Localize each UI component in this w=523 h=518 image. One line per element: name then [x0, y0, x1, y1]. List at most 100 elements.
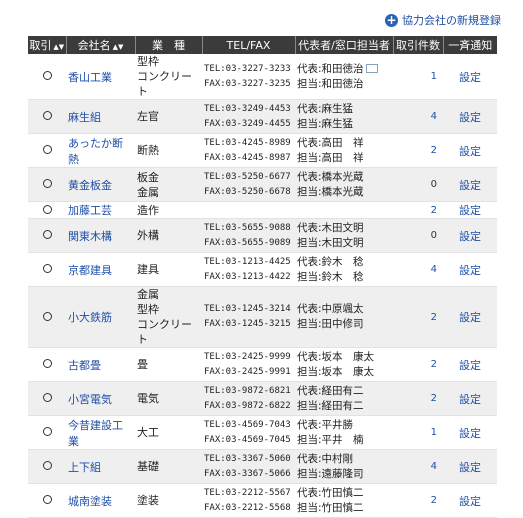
- trade-count-cell: 2: [393, 286, 443, 348]
- tel-text: TEL:03-5250-6677: [204, 171, 291, 182]
- radio-icon[interactable]: [42, 111, 52, 120]
- trade-radio-cell[interactable]: [28, 133, 66, 168]
- tel-text: TEL:03-3249-4453: [204, 103, 291, 114]
- company-name-link[interactable]: 香山工業: [68, 71, 112, 84]
- radio-icon[interactable]: [42, 495, 52, 504]
- trade-radio-cell[interactable]: [28, 347, 66, 382]
- radio-icon[interactable]: [42, 230, 52, 239]
- add-company-link[interactable]: + 協力会社の新規登録: [385, 12, 501, 28]
- tel-text: TEL:03-5655-9088: [204, 222, 291, 233]
- trade-radio-cell[interactable]: [28, 252, 66, 287]
- radio-icon[interactable]: [42, 145, 52, 154]
- trade-radio-cell[interactable]: [28, 201, 66, 219]
- company-name-cell: 香山工業: [66, 54, 135, 100]
- sort-icon[interactable]: ▲▼: [113, 43, 124, 51]
- company-name-cell: 関東木構: [66, 218, 135, 253]
- trade-count[interactable]: 2: [431, 312, 437, 323]
- company-name-link[interactable]: 小大鉄筋: [68, 311, 112, 324]
- company-name-link[interactable]: 麻生組: [68, 111, 101, 124]
- sort-icon[interactable]: ▲▼: [53, 43, 64, 51]
- setting-link[interactable]: 設定: [459, 230, 481, 243]
- radio-icon[interactable]: [42, 179, 52, 188]
- company-name-link[interactable]: 加藤工芸: [68, 204, 112, 217]
- trade-radio-cell[interactable]: [28, 54, 66, 100]
- fax-text: FAX:03-5250-6678: [204, 186, 291, 197]
- setting-link[interactable]: 設定: [459, 145, 481, 158]
- setting-link[interactable]: 設定: [459, 359, 481, 372]
- company-name-link[interactable]: 関東木構: [68, 230, 112, 243]
- company-name-link[interactable]: 上下組: [68, 461, 101, 474]
- trade-radio-cell[interactable]: [28, 449, 66, 484]
- radio-icon[interactable]: [42, 204, 52, 214]
- company-name-link[interactable]: 小宮電気: [68, 393, 112, 406]
- setting-link[interactable]: 設定: [459, 111, 481, 124]
- setting-link[interactable]: 設定: [459, 311, 481, 324]
- add-company-label[interactable]: 協力会社の新規登録: [402, 12, 501, 28]
- trade-count-cell: 1: [393, 415, 443, 450]
- notify-cell: 設定: [443, 347, 497, 382]
- trade-count[interactable]: 2: [431, 205, 437, 216]
- type-cell: 塗装: [135, 483, 202, 518]
- trade-count[interactable]: 4: [431, 111, 437, 122]
- trade-count[interactable]: 2: [431, 145, 437, 156]
- setting-link[interactable]: 設定: [459, 204, 481, 217]
- type-text: 塗装: [137, 494, 159, 507]
- table-row: 小大鉄筋 金属 型枠 コンクリート TEL:03-1245-3214 FAX:03-1…: [28, 286, 497, 348]
- trade-radio-cell[interactable]: [28, 483, 66, 518]
- radio-icon[interactable]: [42, 359, 52, 368]
- company-name-link[interactable]: 今昔建設工業: [68, 419, 123, 448]
- mail-icon[interactable]: [365, 64, 378, 73]
- trade-count[interactable]: 4: [431, 264, 437, 275]
- company-name-link[interactable]: 古都畳: [68, 359, 101, 372]
- company-name-link[interactable]: 黄金板金: [68, 179, 112, 192]
- company-name-cell: 加藤工芸: [66, 201, 135, 219]
- trade-count[interactable]: 4: [431, 461, 437, 472]
- setting-link[interactable]: 設定: [459, 427, 481, 440]
- trade-radio-cell[interactable]: [28, 381, 66, 416]
- type-cell: 畳: [135, 347, 202, 382]
- col-notify-header: 一斉通知: [443, 36, 497, 54]
- contact-text: 担当:経田有二: [297, 399, 364, 412]
- table-row: 城南塗装 塗装 TEL:03-2212-5567 FAX:03-2212-5568 代表…: [28, 483, 497, 518]
- trade-count[interactable]: 2: [431, 495, 437, 506]
- trade-count[interactable]: 1: [431, 71, 437, 82]
- radio-icon[interactable]: [42, 393, 52, 402]
- company-name-cell: 京都建具: [66, 252, 135, 287]
- radio-icon[interactable]: [42, 461, 52, 470]
- contact-text: 担当:遠藤隆司: [297, 467, 364, 480]
- radio-icon[interactable]: [42, 427, 52, 436]
- col-trade-header[interactable]: 取引 ▲▼: [28, 36, 67, 54]
- radio-icon[interactable]: [42, 311, 52, 321]
- tel-cell: TEL:03-5655-9088 FAX:03-5655-9089: [202, 218, 295, 253]
- notify-cell: 設定: [443, 449, 497, 484]
- radio-icon[interactable]: [42, 264, 52, 273]
- trade-radio-cell[interactable]: [28, 167, 66, 202]
- trade-count[interactable]: 1: [431, 427, 437, 438]
- setting-link[interactable]: 設定: [459, 495, 481, 508]
- rep-cell: 代表:和田徳治 担当:和田徳治: [295, 54, 393, 100]
- radio-icon[interactable]: [42, 71, 52, 80]
- rep-cell: 代表:木田文明 担当:木田文明: [295, 218, 393, 253]
- setting-link[interactable]: 設定: [459, 71, 481, 84]
- tel-cell: TEL:03-1213-4425 FAX:03-1213-4422: [202, 252, 295, 287]
- company-name-link[interactable]: あったか断熱: [68, 137, 123, 166]
- col-company-header[interactable]: 会社名 ▲▼: [66, 36, 136, 54]
- trade-radio-cell[interactable]: [28, 415, 66, 450]
- rep-text: 代表:橋本光蔵: [297, 170, 364, 183]
- setting-link[interactable]: 設定: [459, 264, 481, 277]
- setting-link[interactable]: 設定: [459, 461, 481, 474]
- col-count-header: 取引件数: [393, 36, 444, 54]
- table-row: 古都畳 畳 TEL:03-2425-9999 FAX:03-2425-9991 代表:坂…: [28, 347, 497, 382]
- company-name-link[interactable]: 城南塗装: [68, 495, 112, 508]
- company-name-link[interactable]: 京都建具: [68, 264, 112, 277]
- setting-link[interactable]: 設定: [459, 179, 481, 192]
- trade-count[interactable]: 2: [431, 359, 437, 370]
- trade-radio-cell[interactable]: [28, 286, 66, 348]
- trade-radio-cell[interactable]: [28, 218, 66, 253]
- company-name-cell: 黄金板金: [66, 167, 135, 202]
- col-type-header: 業 種: [135, 36, 203, 54]
- trade-radio-cell[interactable]: [28, 99, 66, 134]
- fax-text: FAX:03-1245-3215: [204, 319, 291, 329]
- setting-link[interactable]: 設定: [459, 393, 481, 406]
- trade-count[interactable]: 2: [431, 393, 437, 404]
